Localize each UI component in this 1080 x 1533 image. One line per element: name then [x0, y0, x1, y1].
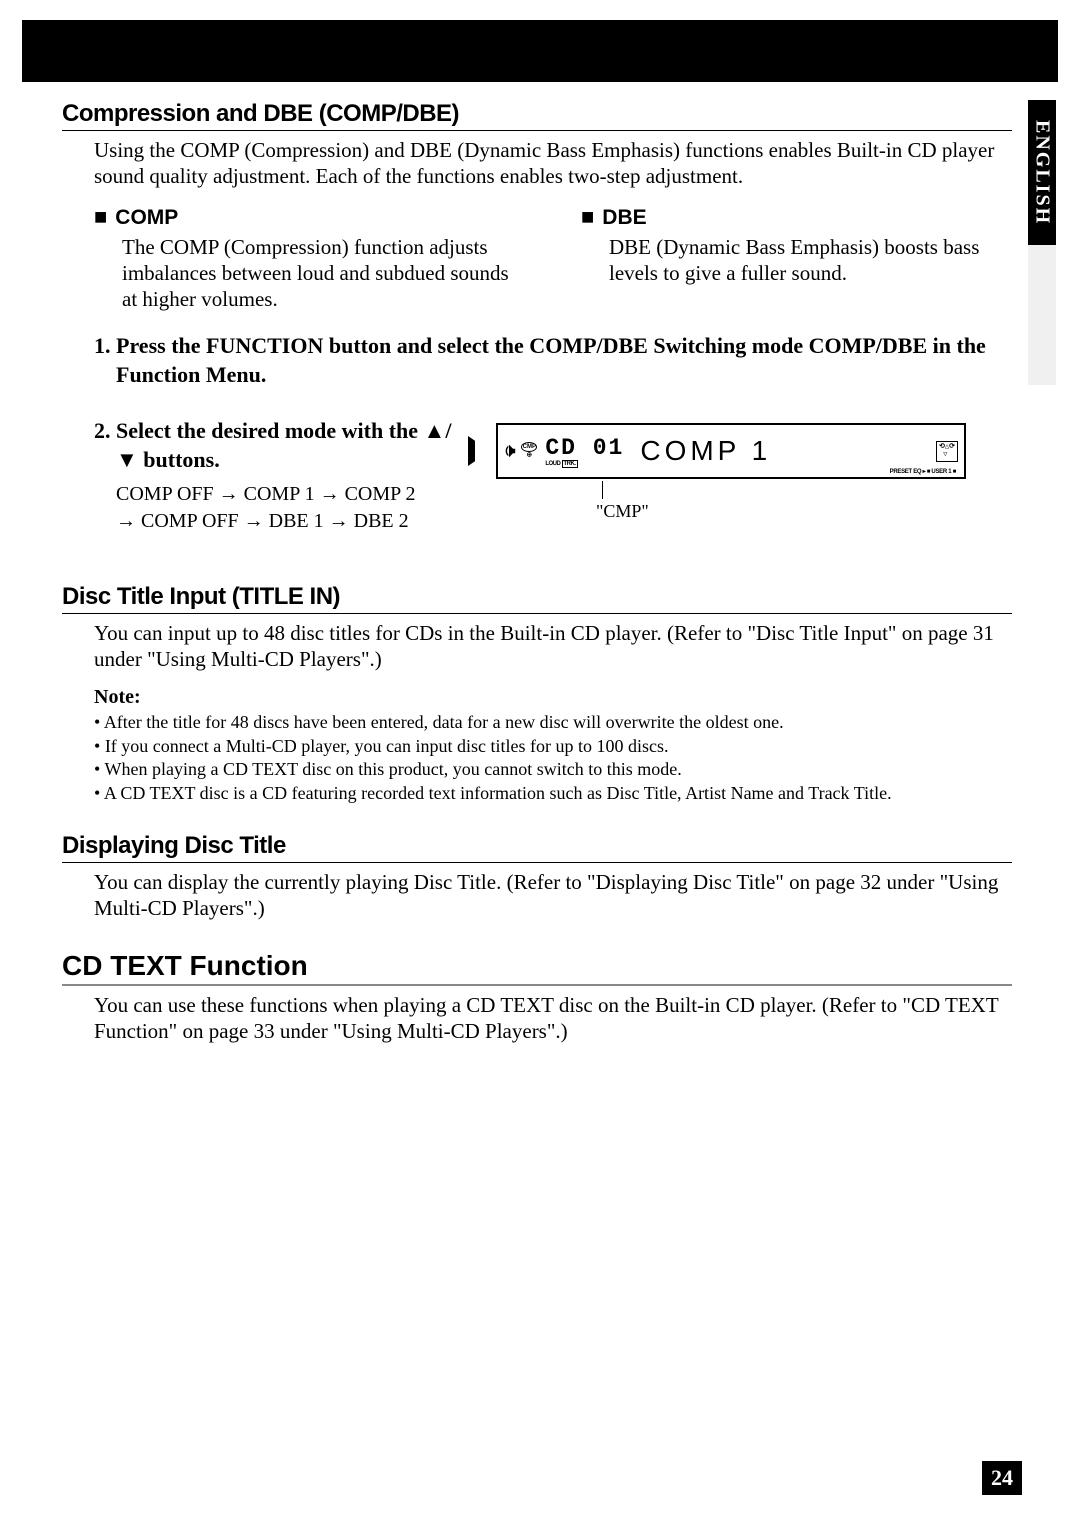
dbe-body: DBE (Dynamic Bass Emphasis) boosts bass … — [609, 234, 1012, 287]
step-2-row: 2. Select the desired mode with the ▲/▼ … — [62, 417, 1012, 534]
cmp-callout-label: "CMP" — [596, 501, 1012, 522]
heading-cd-text-function: CD TEXT Function — [62, 950, 1012, 986]
comp-column: ■ COMP The COMP (Compression) function ad… — [62, 204, 525, 313]
intro-text: Using the COMP (Compression) and DBE (Dy… — [94, 137, 1012, 190]
step-2: 2. Select the desired mode with the ▲/▼ … — [94, 417, 452, 474]
top-black-bar — [22, 20, 1058, 82]
note-item: If you connect a Multi-CD player, you ca… — [94, 735, 1012, 758]
dbe-column: ■ DBE DBE (Dynamic Bass Emphasis) boosts … — [549, 204, 1012, 313]
sequence-line-2: → COMP OFF → DBE 1 → DBE 2 — [116, 510, 409, 532]
square-bullet-icon: ■ — [581, 204, 594, 229]
step-1: 1. Press the FUNCTION button and select … — [94, 332, 1012, 389]
displaying-disc-body: You can display the currently playing Di… — [94, 869, 1012, 922]
cmp-callout: "CMP" — [596, 481, 1012, 522]
mode-sequence: COMP OFF → COMP 1 → COMP 2 → COMP OFF → … — [116, 481, 452, 535]
cd-text-body: You can use these functions when playing… — [94, 992, 1012, 1045]
note-list: After the title for 48 discs have been e… — [94, 711, 1012, 804]
note-label: Note: — [94, 686, 1012, 709]
sequence-line-1: COMP OFF → COMP 1 → COMP 2 — [116, 483, 416, 505]
heading-compression-dbe: Compression and DBE (COMP/DBE) — [62, 100, 1012, 131]
note-item: When playing a CD TEXT disc on this prod… — [94, 758, 1012, 781]
triangle-pointer-inner-icon — [475, 439, 492, 463]
loud-trk-label: LOUD TRK. — [545, 461, 624, 467]
page-content: Compression and DBE (COMP/DBE) Using the… — [62, 100, 1012, 1058]
comp-dbe-columns: ■ COMP The COMP (Compression) function ad… — [62, 204, 1012, 313]
comp-body: The COMP (Compression) function adjusts … — [122, 234, 525, 313]
note-item: After the title for 48 discs have been e… — [94, 711, 1012, 734]
cd-track-text: CD 01 — [545, 435, 624, 461]
square-bullet-icon: ■ — [94, 204, 107, 229]
speaker-icon: 🕩 — [504, 441, 515, 462]
disc-title-body: You can input up to 48 disc titles for C… — [94, 620, 1012, 673]
language-tab: ENGLISH — [1028, 100, 1056, 245]
comp-title: COMP — [115, 206, 178, 229]
dbe-subheading: ■ DBE — [581, 204, 1012, 230]
updown-control-icon: ⟲△⟳ ▽ — [936, 441, 958, 462]
language-tab-fade — [1028, 245, 1056, 385]
comp-subheading: ■ COMP — [94, 204, 525, 230]
lcd-display: 🕩 CMP ⊕ CD 01 LOUD TRK. COMP 1 ⟲△⟳ ▽ PR — [496, 423, 966, 479]
note-item: A CD TEXT disc is a CD featuring recorde… — [94, 782, 1012, 805]
display-figure: 🕩 CMP ⊕ CD 01 LOUD TRK. COMP 1 ⟲△⟳ ▽ PR — [468, 417, 1012, 522]
plus-icon: ⊕ — [527, 452, 532, 460]
heading-displaying-disc-title: Displaying Disc Title — [62, 832, 1012, 863]
callout-line-icon — [602, 481, 603, 499]
heading-disc-title-input: Disc Title Input (TITLE IN) — [62, 583, 1012, 614]
preset-eq-label: PRESET EQ ▸ ■ USER 1 ■ — [890, 468, 956, 475]
page-number: 24 — [982, 1461, 1022, 1495]
dbe-title: DBE — [602, 206, 646, 229]
comp-mode-text: COMP 1 — [640, 435, 771, 467]
